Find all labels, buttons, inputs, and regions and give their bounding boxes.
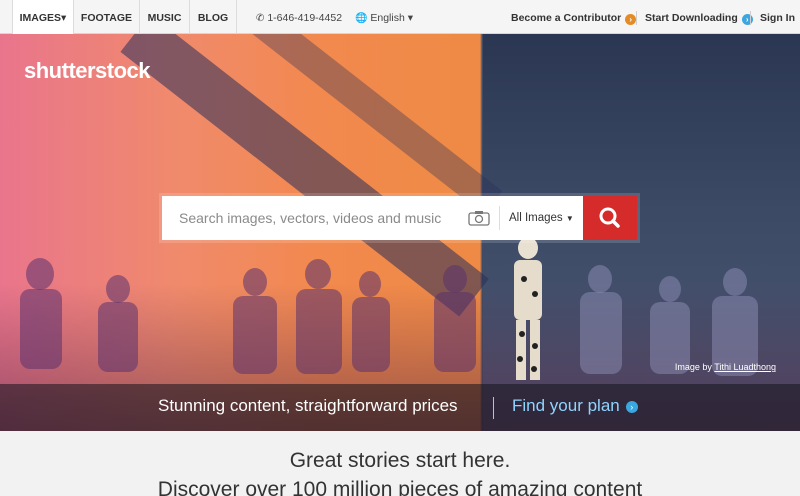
shutterstock-logo[interactable]: shutterstock: [24, 58, 151, 84]
search-divider: [499, 206, 500, 230]
nav-separator: [750, 11, 751, 25]
subheadline: Discover over 100 million pieces of amaz…: [157, 478, 643, 496]
become-contributor-link[interactable]: Become a Contributor ›: [511, 0, 637, 34]
credit-author-link[interactable]: Tithi Luadthong: [714, 362, 776, 372]
chevron-right-icon: ›: [625, 401, 638, 413]
search-icon: [599, 207, 620, 228]
phone-number[interactable]: ✆ 1-646-419-4452: [256, 0, 342, 34]
image-credit: Image by Tithi Luadthong: [674, 362, 776, 372]
top-nav: IMAGES▾ FOOTAGE MUSIC BLOG ✆ 1-646-419-4…: [0, 0, 800, 35]
chevron-right-icon: ›: [625, 14, 637, 25]
chevron-right-icon: ›: [741, 14, 753, 25]
caret-down-icon: ▼: [565, 214, 574, 223]
tagline-bar: Stunning content, straightforward prices…: [0, 384, 800, 431]
language-selector[interactable]: 🌐 English ▾: [355, 0, 413, 34]
tab-images[interactable]: IMAGES▾: [12, 0, 74, 35]
nav-separator: [636, 11, 637, 25]
camera-icon[interactable]: [468, 210, 490, 226]
tagline-separator: [493, 397, 494, 419]
search-input[interactable]: [162, 196, 462, 240]
search-type-dropdown[interactable]: All Images ▼: [509, 196, 574, 240]
tab-blog[interactable]: BLOG: [190, 0, 237, 34]
find-plan-link[interactable]: Find your plan ›: [512, 396, 638, 416]
globe-icon: 🌐: [355, 13, 368, 24]
headline: Great stories start here.: [289, 449, 511, 472]
search-bar: All Images ▼: [162, 196, 637, 240]
hero-banner: shutterstock All Images ▼ Image by Tithi…: [0, 34, 800, 431]
sign-in-link[interactable]: Sign In: [760, 0, 795, 34]
tagline-text: Stunning content, straightforward prices: [158, 396, 458, 415]
phone-icon: ✆: [256, 13, 265, 24]
start-downloading-link[interactable]: Start Downloading ›: [645, 0, 753, 34]
tab-music[interactable]: MUSIC: [140, 0, 190, 34]
tab-footage[interactable]: FOOTAGE: [74, 0, 140, 34]
search-button[interactable]: [583, 196, 637, 240]
